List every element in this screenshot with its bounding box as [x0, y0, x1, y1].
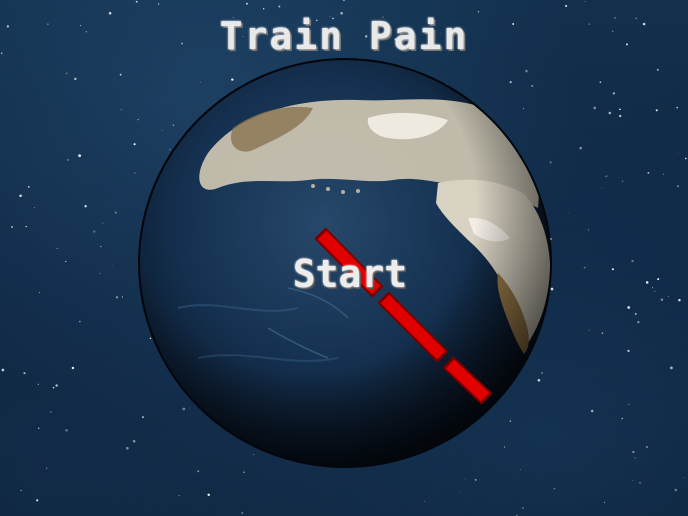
game-screen: Train Pain Start: [0, 0, 688, 516]
game-title: Train Pain: [219, 14, 469, 58]
start-button[interactable]: Start: [270, 248, 430, 300]
